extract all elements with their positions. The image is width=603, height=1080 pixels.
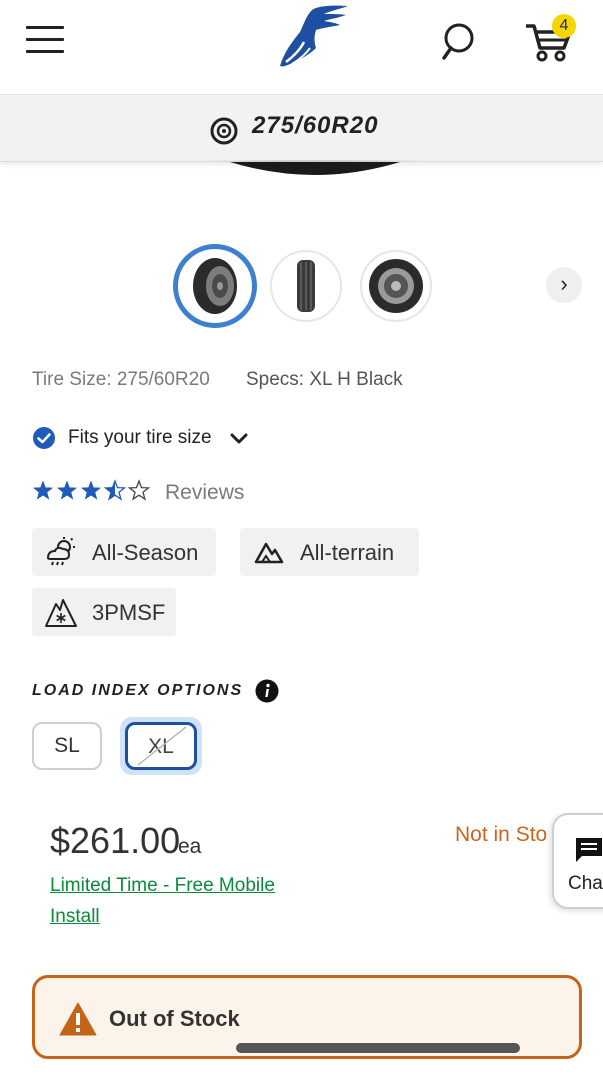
- tire-tread-image: [297, 260, 315, 312]
- snowflake-mountain-icon: [45, 599, 77, 627]
- reviews-link[interactable]: Reviews: [165, 481, 244, 505]
- thumbnail-tire-wheel[interactable]: [360, 250, 432, 322]
- promo-link[interactable]: Limited Time - Free Mobile Install: [50, 870, 320, 932]
- mountain-terrain-icon: [254, 542, 284, 564]
- out-of-stock-text: Out of Stock: [109, 1006, 240, 1031]
- image-thumbnails: [0, 244, 603, 328]
- fitment-label: Fits your tire size: [68, 427, 212, 448]
- gallery-next-button[interactable]: ›: [546, 267, 582, 303]
- chat-label: Chat: [568, 873, 603, 894]
- load-option-xl[interactable]: XL: [125, 722, 197, 770]
- info-icon[interactable]: [255, 679, 279, 703]
- tire-angle-image: [193, 258, 237, 314]
- tire-wheel-image: [369, 259, 423, 313]
- weather-all-season-icon: [46, 537, 75, 566]
- feature-chip-3pmsf: 3PMSF: [32, 588, 176, 636]
- specs-row: Tire Size: 275/60R20 Specs: XL H Black: [32, 369, 403, 391]
- star-icon: [127, 479, 151, 501]
- load-option-sl[interactable]: SL: [32, 722, 102, 770]
- cart-count-badge: 4: [552, 14, 576, 38]
- tire-icon: [210, 117, 238, 145]
- chevron-down-icon: [230, 433, 248, 444]
- chat-bubble-icon: [576, 838, 602, 862]
- feature-chip-all-terrain: All-terrain: [240, 528, 419, 576]
- tire-image-bottom: [125, 160, 505, 200]
- thumbnail-tire-tread[interactable]: [270, 250, 342, 322]
- tire-size-heading: 275/60R20: [252, 112, 379, 139]
- hamburger-menu-icon[interactable]: [26, 26, 64, 58]
- unavailable-strike-icon: [137, 726, 187, 766]
- feature-chip-all-season: All-Season: [32, 528, 216, 576]
- star-rating: [32, 479, 151, 501]
- star-icon: [56, 480, 78, 500]
- feature-label: All-terrain: [300, 540, 395, 565]
- tire-size-bar: 275/60R20: [0, 94, 603, 162]
- feature-label: 3PMSF: [92, 600, 166, 625]
- price-value: $261.00: [50, 820, 181, 861]
- search-icon[interactable]: [438, 20, 478, 64]
- star-icon: [32, 480, 54, 500]
- thumbnail-tire-angle[interactable]: [173, 244, 257, 328]
- top-header: 4: [0, 0, 603, 94]
- load-index-title: LOAD INDEX OPTIONS: [32, 682, 244, 699]
- price-unit: ea: [178, 835, 202, 858]
- winged-foot-logo-icon[interactable]: [270, 2, 356, 72]
- stock-status: Not in Sto: [455, 823, 548, 846]
- chat-button[interactable]: Chat: [552, 813, 603, 909]
- warning-triangle-icon: [59, 1002, 97, 1036]
- home-indicator[interactable]: [236, 1043, 520, 1053]
- tire-size-label: Tire Size: 275/60R20: [32, 369, 210, 390]
- check-circle-icon: [33, 427, 55, 449]
- star-icon: [80, 480, 102, 500]
- feature-label: All-Season: [92, 540, 199, 565]
- specs-label: Specs: XL H Black: [246, 369, 403, 390]
